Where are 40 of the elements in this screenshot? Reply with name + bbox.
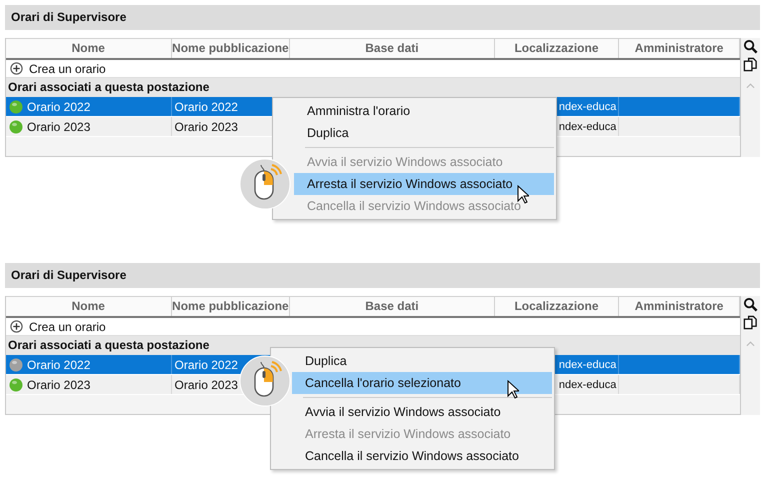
column-header[interactable]: Nome pubblicazione	[172, 297, 290, 316]
column-header[interactable]: Amministratore	[619, 297, 740, 316]
schedule-name: Orario 2022	[27, 100, 90, 114]
scroll-up-icon[interactable]	[746, 83, 755, 89]
table-cell[interactable]	[619, 355, 740, 374]
create-row[interactable]: Crea un orario	[6, 318, 740, 336]
search-icon[interactable]	[743, 39, 758, 54]
schedule-name: Orario 2023	[27, 378, 90, 392]
add-icon	[10, 62, 23, 75]
table-cell[interactable]: Orario 2023	[6, 117, 172, 136]
group-header: Orari associati a questa postazione	[6, 78, 740, 97]
add-icon	[10, 320, 23, 333]
table-cell[interactable]: Orario 2023	[6, 375, 172, 394]
column-header[interactable]: Base dati	[290, 39, 495, 58]
menu-item[interactable]: Amministra l'orario	[294, 100, 554, 122]
panel-title: Orari di Supervisore	[5, 263, 760, 288]
column-header[interactable]: Localizzazione	[494, 39, 620, 58]
column-header[interactable]: Localizzazione	[494, 297, 620, 316]
table-cell[interactable]: Orario 2022	[6, 97, 172, 116]
column-header[interactable]: Base dati	[290, 297, 495, 316]
schedule-name: Orario 2023	[27, 120, 90, 134]
menu-item[interactable]: Cancella il servizio Windows associato	[292, 445, 552, 467]
create-row[interactable]: Crea un orario	[6, 60, 740, 78]
column-header[interactable]: Nome pubblicazione	[172, 39, 290, 58]
copy-icon[interactable]	[743, 57, 758, 72]
column-header[interactable]: Nome	[6, 39, 172, 58]
panel-title: Orari di Supervisore	[5, 5, 760, 30]
menu-item[interactable]: Cancella l'orario selezionato	[292, 372, 552, 394]
scroll-up-icon[interactable]	[746, 341, 755, 347]
column-header[interactable]: Nome	[6, 297, 172, 316]
menu-item[interactable]: Avvia il servizio Windows associato	[292, 401, 552, 423]
menu-item[interactable]: Duplica	[294, 122, 554, 144]
column-header[interactable]: Amministratore	[619, 39, 740, 58]
cursor-icon	[507, 380, 519, 399]
schedule-name: Orario 2022	[27, 358, 90, 372]
menu-item[interactable]: Arresta il servizio Windows associato	[294, 173, 554, 195]
table-cell[interactable]: Orario 2022	[6, 355, 172, 374]
search-icon[interactable]	[743, 297, 758, 312]
copy-icon[interactable]	[743, 315, 758, 330]
table-cell[interactable]	[619, 97, 740, 116]
